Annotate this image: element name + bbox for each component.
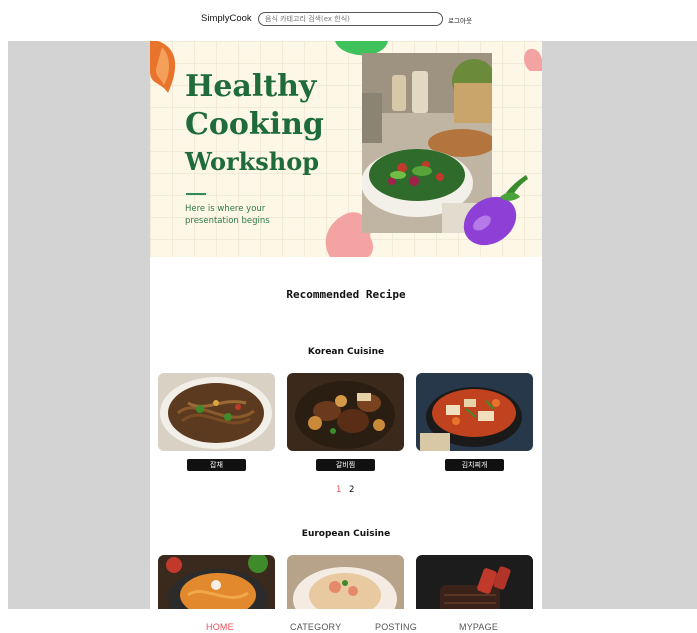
search-input[interactable] xyxy=(258,12,443,26)
dish-label-kimchi-stew[interactable]: 김치찌개 xyxy=(445,459,504,471)
dish-card-steak[interactable] xyxy=(416,555,533,609)
recommended-title: Recommended Recipe xyxy=(286,288,406,301)
bottom-navigation: HOME CATEGORY POSTING MYPAGE xyxy=(0,609,697,633)
nav-mypage[interactable]: MYPAGE xyxy=(459,622,498,632)
page-background: Healthy Cooking Workshop Here is where y… xyxy=(8,41,697,609)
nav-category[interactable]: CATEGORY xyxy=(290,622,341,632)
dish-label-galbijjim[interactable]: 갈비찜 xyxy=(316,459,375,471)
nav-home[interactable]: HOME xyxy=(206,622,234,632)
eggplant-icon xyxy=(463,175,528,246)
banner-title-line3: Workshop xyxy=(185,147,320,176)
banner-divider xyxy=(186,193,206,195)
pagination-page-2[interactable]: 2 xyxy=(349,485,354,495)
pagination-page-1[interactable]: 1 xyxy=(336,485,341,495)
dish-card-japchae[interactable] xyxy=(158,373,275,451)
kimchi-stew-image xyxy=(416,373,533,451)
top-header: SimplyCook 로그아웃 xyxy=(0,0,697,41)
european-cuisine-title: European Cuisine xyxy=(301,529,391,539)
steak-image xyxy=(416,555,533,609)
japchae-image xyxy=(158,373,275,451)
brand-logo[interactable]: SimplyCook xyxy=(201,13,252,24)
galbijjim-image xyxy=(287,373,404,451)
banner-title-line1: Healthy xyxy=(185,69,317,104)
pink-blob-decoration xyxy=(524,48,542,71)
dish-label-japchae[interactable]: 잡채 xyxy=(187,459,246,471)
hero-banner: Healthy Cooking Workshop Here is where y… xyxy=(150,41,542,257)
logout-button[interactable]: 로그아웃 xyxy=(448,15,472,25)
dish-card-pasta[interactable] xyxy=(158,555,275,609)
pasta-image xyxy=(158,555,275,609)
korean-cuisine-title: Korean Cuisine xyxy=(307,347,385,357)
dish-card-kimchi-stew[interactable] xyxy=(416,373,533,451)
banner-subtitle: Here is where your presentation begins xyxy=(185,204,270,226)
nav-posting[interactable]: POSTING xyxy=(375,622,417,632)
main-content: Healthy Cooking Workshop Here is where y… xyxy=(150,41,542,609)
risotto-image xyxy=(287,555,404,609)
dish-card-galbijjim[interactable] xyxy=(287,373,404,451)
dish-card-risotto[interactable] xyxy=(287,555,404,609)
banner-title-line2: Cooking xyxy=(185,107,324,142)
